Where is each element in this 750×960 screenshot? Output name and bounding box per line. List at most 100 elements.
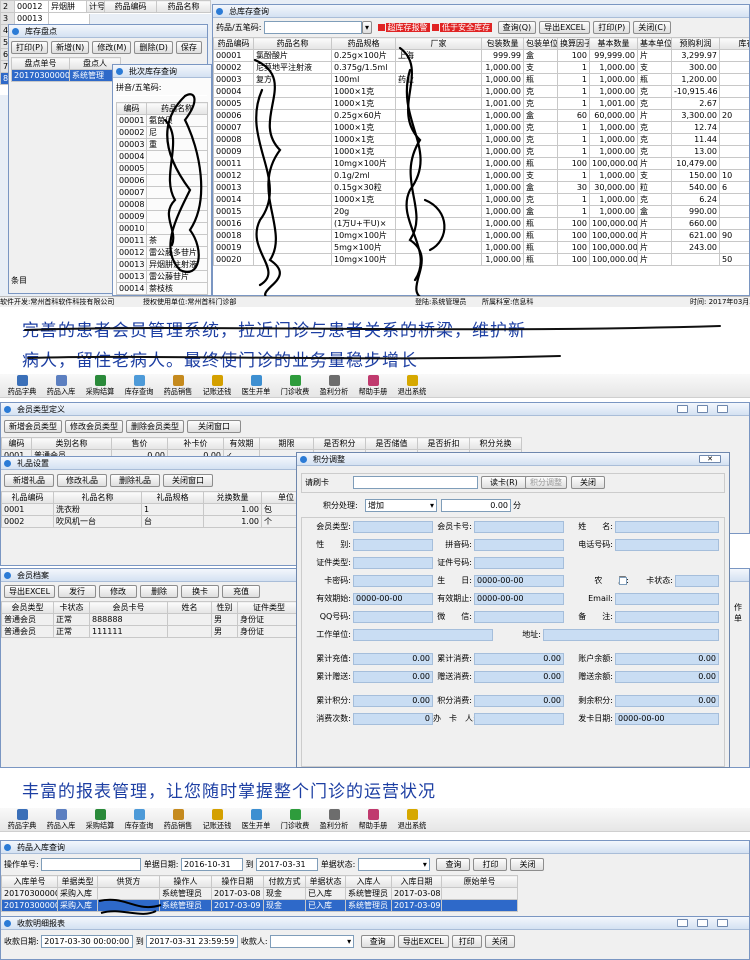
cardstat-field[interactable]	[675, 575, 719, 587]
state-select[interactable]: ▾	[357, 858, 430, 871]
process-select[interactable]: 增加 ▾	[365, 499, 437, 512]
pts-field[interactable]: 0.00	[353, 695, 433, 707]
close-button[interactable]: 关闭	[571, 476, 605, 489]
close-window-button[interactable]: 关闭窗口	[187, 420, 241, 433]
receipt-to-input[interactable]: 2017-03-31 23:59:59	[146, 935, 239, 948]
maximize-icon[interactable]	[697, 405, 708, 413]
gbal-field[interactable]: 0.00	[615, 671, 719, 683]
minimize-icon[interactable]	[677, 405, 688, 413]
valid_to-field[interactable]: 0000-00-00	[474, 593, 564, 605]
toolbar-item[interactable]: 药品入库	[43, 809, 79, 830]
toolbar-item[interactable]: 门诊收费	[277, 375, 313, 396]
issue-button[interactable]: 发行	[58, 585, 97, 598]
cons-field[interactable]: 0.00	[474, 653, 564, 665]
toolbar-item[interactable]: 记账还钱	[199, 375, 235, 396]
new-gift-button[interactable]: 新增礼品	[4, 474, 54, 487]
print-button[interactable]: 打印	[473, 858, 508, 871]
cardno-field[interactable]	[474, 521, 564, 533]
toolbar-item[interactable]: 药品入库	[43, 375, 79, 396]
receipt-from-input[interactable]: 2017-03-30 00:00:00	[41, 935, 134, 948]
table-row[interactable]: 0002 吹风机一台台 1.00 个	[1, 515, 304, 528]
rec-field[interactable]: 0.00	[353, 653, 433, 665]
op-field[interactable]	[474, 713, 564, 725]
close-button[interactable]: 关闭	[510, 858, 545, 871]
table-row[interactable]: 普通会员 正常 111111 男身份证	[1, 625, 301, 638]
lunar-checkbox[interactable]	[619, 577, 627, 585]
print-button[interactable]: 打印	[451, 935, 482, 948]
edit-button[interactable]: 修改	[99, 585, 138, 598]
toolbar-item[interactable]: 药品销售	[160, 809, 196, 830]
query-button[interactable]: 查询	[436, 858, 471, 871]
name-field[interactable]	[615, 521, 719, 533]
toolbar-item[interactable]: 退出系统	[394, 375, 430, 396]
toolbar-item[interactable]: 库存查询	[121, 809, 157, 830]
toolbar-item[interactable]: 药品字典	[4, 375, 40, 396]
delete-gift-button[interactable]: 删除礼品	[110, 474, 160, 487]
idno-field[interactable]	[474, 557, 564, 569]
valid_from-field[interactable]: 0000-00-00	[353, 593, 433, 605]
op-number-input[interactable]	[41, 858, 142, 871]
wechat-field[interactable]	[474, 611, 564, 623]
remark-field[interactable]	[615, 611, 719, 623]
toolbar-item[interactable]: 帮助手册	[355, 809, 391, 830]
table-row[interactable]: 0001 洗衣粉 1 1.00 包	[1, 503, 304, 516]
export-excel-button[interactable]: 导出EXCEL	[4, 585, 56, 598]
toolbar-item[interactable]: 退出系统	[394, 809, 430, 830]
toolbar-item[interactable]: 采购结算	[82, 375, 118, 396]
gcons-field[interactable]: 0.00	[474, 671, 564, 683]
pcons-field[interactable]: 0.00	[474, 695, 564, 707]
close-icon[interactable]: ✕	[699, 455, 721, 463]
birth-field[interactable]: 0000-00-00	[474, 575, 564, 587]
pinyin-field[interactable]	[474, 539, 564, 551]
payee-select[interactable]: ▾	[270, 935, 355, 948]
table-row[interactable]: 201703000001采购入库系统管理员2017-03-08现金已入库系统管理…	[1, 887, 518, 900]
type-field[interactable]	[353, 521, 433, 533]
adjust-points-button[interactable]: 积分调整	[525, 476, 567, 489]
email-field[interactable]	[615, 593, 719, 605]
toolbar-item[interactable]: 医生开单	[238, 809, 274, 830]
edit-member-type-button[interactable]: 修改会员类型	[65, 420, 123, 433]
gender-field[interactable]	[353, 539, 433, 551]
maximize-icon[interactable]	[697, 919, 708, 927]
delete-button[interactable]: 删除	[140, 585, 179, 598]
export-excel-button[interactable]: 导出EXCEL	[397, 935, 449, 948]
issue-field[interactable]: 0000-00-00	[615, 713, 719, 725]
date-from-input[interactable]: 2016-10-31	[181, 858, 244, 871]
close-button[interactable]: 关闭	[484, 935, 515, 948]
idtype-field[interactable]	[353, 557, 433, 569]
toolbar-item[interactable]: 采购结算	[82, 809, 118, 830]
close-window-button[interactable]: 关闭窗口	[163, 474, 213, 487]
table-row[interactable]: 普通会员 正常 888888 男身份证	[1, 613, 301, 626]
gift-field[interactable]: 0.00	[353, 671, 433, 683]
points-amount-input[interactable]: 0.00	[441, 499, 511, 512]
change-card-button[interactable]: 换卡	[181, 585, 220, 598]
times-field[interactable]: 0	[353, 713, 433, 725]
toolbar-item[interactable]: 盈利分析	[316, 375, 352, 396]
toolbar-item[interactable]: 药品销售	[160, 375, 196, 396]
minimize-icon[interactable]	[677, 919, 688, 927]
card-input[interactable]	[353, 476, 478, 489]
toolbar-item[interactable]: 帮助手册	[355, 375, 391, 396]
toolbar-item[interactable]: 库存查询	[121, 375, 157, 396]
delete-member-type-button[interactable]: 删除会员类型	[126, 420, 184, 433]
pbal-field[interactable]: 0.00	[615, 695, 719, 707]
edit-gift-button[interactable]: 修改礼品	[57, 474, 107, 487]
toolbar-item[interactable]: 医生开单	[238, 375, 274, 396]
pwd-field[interactable]	[353, 575, 433, 587]
date-to-input[interactable]: 2017-03-31	[256, 858, 319, 871]
query-button[interactable]: 查询	[360, 935, 395, 948]
toolbar-item[interactable]: 盈利分析	[316, 809, 352, 830]
addr-field[interactable]	[543, 629, 719, 641]
new-member-type-button[interactable]: 新增会员类型	[4, 420, 62, 433]
read-card-button[interactable]: 读卡(R)	[481, 476, 527, 489]
qq-field[interactable]	[353, 611, 433, 623]
toolbar-item[interactable]: 门诊收费	[277, 809, 313, 830]
toolbar-item[interactable]: 记账还钱	[199, 809, 235, 830]
bal-field[interactable]: 0.00	[615, 653, 719, 665]
work-field[interactable]	[353, 629, 493, 641]
phone-field[interactable]	[615, 539, 719, 551]
toolbar-item[interactable]: 药品字典	[4, 809, 40, 830]
recharge-button[interactable]: 充值	[222, 585, 261, 598]
table-row[interactable]: 201703000002采购入库系统管理员2017-03-09现金已入库系统管理…	[1, 899, 518, 912]
close-icon[interactable]	[717, 919, 728, 927]
